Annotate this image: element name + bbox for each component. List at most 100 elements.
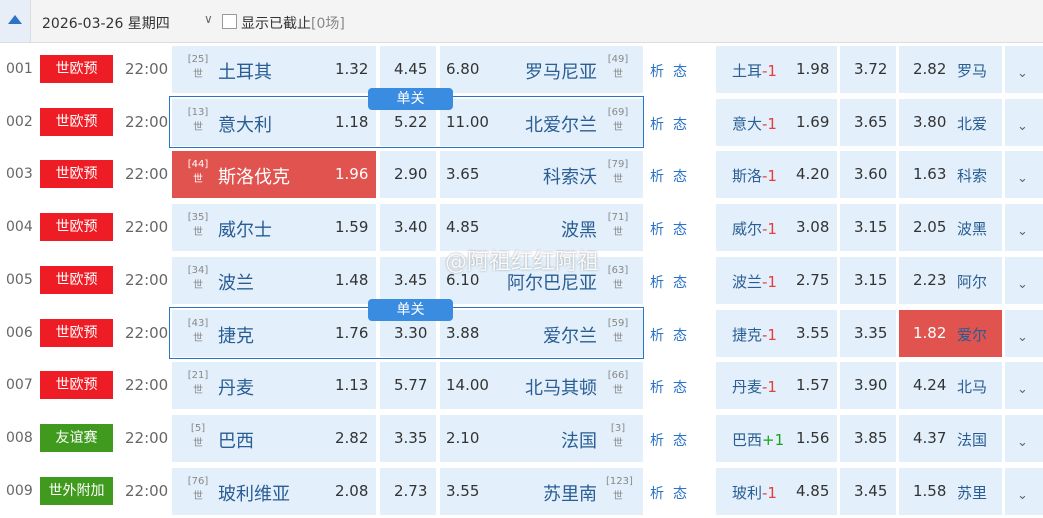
league-badge[interactable]: 世欧预 bbox=[40, 266, 113, 294]
handicap-home-option[interactable]: 丹麦-1 1.57 bbox=[716, 362, 837, 409]
home-win-option[interactable]: 43世捷克 1.76 bbox=[172, 310, 376, 357]
handicap-home-option[interactable]: 意大-1 1.69 bbox=[716, 99, 837, 146]
away-win-option[interactable]: 2.10 法国 3世 bbox=[440, 415, 643, 462]
home-team: 意大利 bbox=[218, 115, 272, 136]
handicap-home-option[interactable]: 巴西+1 1.56 bbox=[716, 415, 837, 462]
handicap-draw-option[interactable]: 3.72 bbox=[840, 46, 896, 93]
home-win-option[interactable]: 21世丹麦 1.13 bbox=[172, 362, 376, 409]
handicap-away-option[interactable]: 1.58 苏里 bbox=[899, 468, 1002, 515]
home-win-option[interactable]: 76世玻利维亚 2.08 bbox=[172, 468, 376, 515]
collapse-toggle-icon[interactable] bbox=[0, 0, 31, 42]
status-link[interactable]: 态 bbox=[673, 430, 687, 450]
handicap-away-option[interactable]: 2.23 阿尔 bbox=[899, 257, 1002, 304]
home-win-option[interactable]: 25世土耳其 1.32 bbox=[172, 46, 376, 93]
handicap-draw-odds: 3.35 bbox=[854, 324, 888, 342]
analysis-link[interactable]: 析 bbox=[650, 325, 664, 345]
expand-option[interactable]: ⌄ bbox=[1005, 362, 1043, 409]
handicap-home-option[interactable]: 捷克-1 3.55 bbox=[716, 310, 837, 357]
home-win-option[interactable]: 44世斯洛伐克 1.96 bbox=[172, 151, 376, 198]
handicap-draw-option[interactable]: 3.85 bbox=[840, 415, 896, 462]
handicap-home-option[interactable]: 波兰-1 2.75 bbox=[716, 257, 837, 304]
expand-option[interactable]: ⌄ bbox=[1005, 204, 1043, 251]
away-win-option[interactable]: 3.65 科索沃 79世 bbox=[440, 151, 643, 198]
analysis-link[interactable]: 析 bbox=[650, 114, 664, 134]
handicap-away-option[interactable]: 4.24 北马 bbox=[899, 362, 1002, 409]
home-win-option[interactable]: 5世巴西 2.82 bbox=[172, 415, 376, 462]
handicap-draw-option[interactable]: 3.65 bbox=[840, 99, 896, 146]
home-win-option[interactable]: 34世波兰 1.48 bbox=[172, 257, 376, 304]
draw-option[interactable]: 3.40 bbox=[380, 204, 436, 251]
league-badge[interactable]: 世欧预 bbox=[40, 213, 113, 241]
handicap-draw-odds: 3.90 bbox=[854, 376, 888, 394]
league-badge[interactable]: 世欧预 bbox=[40, 371, 113, 399]
draw-option[interactable]: 2.90 bbox=[380, 151, 436, 198]
league-badge[interactable]: 世欧预 bbox=[40, 108, 113, 136]
handicap-away-option[interactable]: 2.05 波黑 bbox=[899, 204, 1002, 251]
handicap-away-option[interactable]: 1.82 爱尔 bbox=[899, 310, 1002, 357]
show-ended-checkbox[interactable] bbox=[222, 14, 237, 29]
analysis-link[interactable]: 析 bbox=[650, 272, 664, 292]
handicap-home-option[interactable]: 土耳-1 1.98 bbox=[716, 46, 837, 93]
away-win-option[interactable]: 11.00 北爱尔兰 69世 bbox=[440, 99, 643, 146]
handicap-away-option[interactable]: 1.63 科索 bbox=[899, 151, 1002, 198]
status-link[interactable]: 态 bbox=[673, 483, 687, 503]
analysis-link[interactable]: 析 bbox=[650, 430, 664, 450]
status-link[interactable]: 态 bbox=[673, 325, 687, 345]
away-win-option[interactable]: 14.00 北马其顿 66世 bbox=[440, 362, 643, 409]
league-badge[interactable]: 世欧预 bbox=[40, 160, 113, 188]
status-link[interactable]: 态 bbox=[673, 61, 687, 81]
chevron-down-icon[interactable]: ∨ bbox=[204, 12, 213, 26]
show-ended-label[interactable]: 显示已截止[0场] bbox=[241, 13, 345, 33]
handicap-draw-option[interactable]: 3.90 bbox=[840, 362, 896, 409]
status-link[interactable]: 态 bbox=[673, 272, 687, 292]
handicap-draw-option[interactable]: 3.60 bbox=[840, 151, 896, 198]
handicap-home-option[interactable]: 玻利-1 4.85 bbox=[716, 468, 837, 515]
expand-option[interactable]: ⌄ bbox=[1005, 99, 1043, 146]
analysis-link[interactable]: 析 bbox=[650, 377, 664, 397]
analysis-link[interactable]: 析 bbox=[650, 219, 664, 239]
status-link[interactable]: 态 bbox=[673, 166, 687, 186]
away-team: 罗马尼亚 bbox=[525, 62, 597, 83]
handicap-away-option[interactable]: 2.82 罗马 bbox=[899, 46, 1002, 93]
analysis-link[interactable]: 析 bbox=[650, 61, 664, 81]
handicap-home-option[interactable]: 斯洛-1 4.20 bbox=[716, 151, 837, 198]
draw-option[interactable]: 5.77 bbox=[380, 362, 436, 409]
analysis-link[interactable]: 析 bbox=[650, 166, 664, 186]
kickoff-time: 22:00 bbox=[125, 113, 169, 131]
handicap-away-option[interactable]: 3.80 北爱 bbox=[899, 99, 1002, 146]
home-team: 巴西 bbox=[218, 431, 254, 452]
handicap-draw-option[interactable]: 3.35 bbox=[840, 310, 896, 357]
draw-option[interactable]: 4.45 bbox=[380, 46, 436, 93]
status-link[interactable]: 态 bbox=[673, 219, 687, 239]
expand-option[interactable]: ⌄ bbox=[1005, 468, 1043, 515]
status-link[interactable]: 态 bbox=[673, 114, 687, 134]
match-row: 007 世欧预 22:00 21世丹麦 1.13 5.77 14.00 北马其顿 66世析态 丹麦… bbox=[0, 359, 1043, 412]
league-badge[interactable]: 世欧预 bbox=[40, 319, 113, 347]
away-win-option[interactable]: 3.88 爱尔兰 59世 bbox=[440, 310, 643, 357]
expand-option[interactable]: ⌄ bbox=[1005, 46, 1043, 93]
handicap-home-odds: 3.55 bbox=[796, 324, 830, 342]
expand-option[interactable]: ⌄ bbox=[1005, 151, 1043, 198]
handicap-draw-option[interactable]: 3.15 bbox=[840, 257, 896, 304]
home-win-odds: 1.59 bbox=[335, 218, 369, 236]
handicap-draw-option[interactable]: 3.45 bbox=[840, 468, 896, 515]
away-win-option[interactable]: 3.55 苏里南 123世 bbox=[440, 468, 643, 515]
expand-option[interactable]: ⌄ bbox=[1005, 310, 1043, 357]
draw-option[interactable]: 3.35 bbox=[380, 415, 436, 462]
handicap-away-option[interactable]: 4.37 法国 bbox=[899, 415, 1002, 462]
away-win-option[interactable]: 6.80 罗马尼亚 49世 bbox=[440, 46, 643, 93]
expand-option[interactable]: ⌄ bbox=[1005, 257, 1043, 304]
handicap-draw-option[interactable]: 3.15 bbox=[840, 204, 896, 251]
expand-option[interactable]: ⌄ bbox=[1005, 415, 1043, 462]
draw-option[interactable]: 2.73 bbox=[380, 468, 436, 515]
home-win-option[interactable]: 35世威尔士 1.59 bbox=[172, 204, 376, 251]
draw-option[interactable]: 3.45 bbox=[380, 257, 436, 304]
home-win-option[interactable]: 13世意大利 1.18 bbox=[172, 99, 376, 146]
league-badge[interactable]: 世外附加 bbox=[40, 477, 113, 505]
away-team: 科索沃 bbox=[543, 167, 597, 188]
analysis-link[interactable]: 析 bbox=[650, 483, 664, 503]
status-link[interactable]: 态 bbox=[673, 377, 687, 397]
league-badge[interactable]: 友谊赛 bbox=[40, 424, 113, 452]
handicap-home-option[interactable]: 威尔-1 3.08 bbox=[716, 204, 837, 251]
league-badge[interactable]: 世欧预 bbox=[40, 55, 113, 83]
